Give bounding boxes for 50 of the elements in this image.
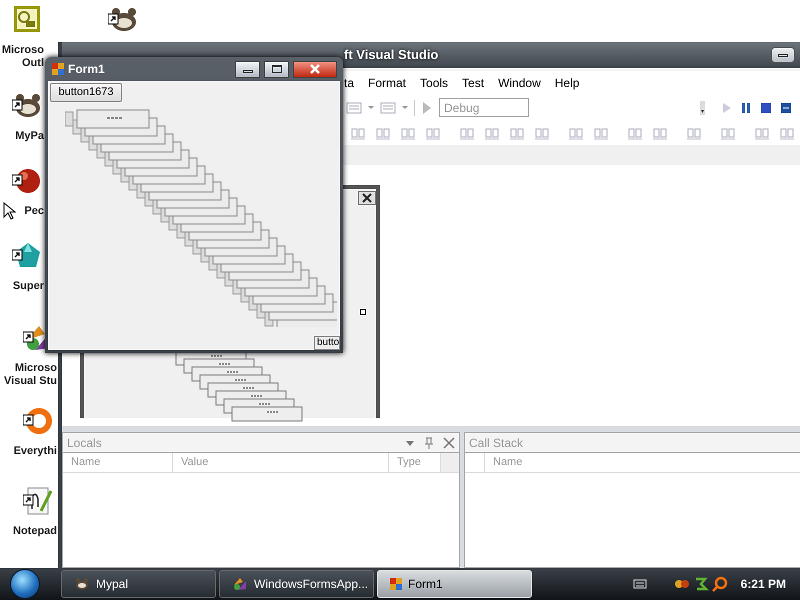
menu-item[interactable]: Tools <box>420 74 448 92</box>
desktop-icon-label[interactable]: Outl <box>22 57 44 70</box>
overflow-icon <box>698 100 707 116</box>
form-button[interactable]: butto <box>314 336 340 350</box>
menu-item[interactable]: ta <box>344 74 354 92</box>
close-button[interactable] <box>358 191 376 205</box>
toolbar-icon <box>346 100 362 116</box>
dropdown-arrow-icon <box>402 106 408 109</box>
toolbar-icon <box>380 100 396 116</box>
menu-item[interactable]: Format <box>368 74 406 92</box>
menu-item[interactable]: Help <box>554 74 580 92</box>
notepad-icon <box>22 485 54 517</box>
desktop-icon-label[interactable]: Microso <box>14 362 57 375</box>
start-button[interactable] <box>10 569 40 599</box>
close-icon <box>309 64 321 74</box>
mouse-pointer-icon <box>3 202 16 220</box>
ring-icon <box>22 405 54 437</box>
taskbar-button[interactable]: WindowsFormsApp... <box>219 570 374 598</box>
search-icon <box>712 576 728 592</box>
desktop-icon-label[interactable]: Super <box>12 280 44 293</box>
desktop-icon-label[interactable]: Notepad <box>13 525 57 538</box>
window-title: Form1 <box>68 61 106 78</box>
shapes-icon <box>232 576 248 592</box>
panel-title: Call Stack <box>469 434 524 452</box>
window-icon <box>52 63 64 75</box>
form-button[interactable]: button1673 <box>50 83 122 102</box>
taskbar-button[interactable]: Mypal <box>61 570 216 598</box>
minimize-button[interactable] <box>771 47 795 63</box>
window-title: ft Visual Studio <box>344 46 438 64</box>
panel-title: Locals <box>67 434 103 452</box>
desktop-icon-label[interactable]: Everythi <box>14 445 57 458</box>
resize-handle[interactable] <box>360 309 366 315</box>
pin-icon <box>423 436 435 448</box>
window-icon <box>390 578 402 590</box>
animal-icon <box>74 576 90 592</box>
desktop-icon-label[interactable]: Microso <box>2 44 44 57</box>
maximize-button[interactable] <box>264 60 289 78</box>
close-icon <box>443 436 455 448</box>
minimize-button[interactable] <box>235 60 260 78</box>
desktop-icon-label[interactable]: Visual Stu <box>4 375 57 388</box>
menu-item[interactable]: Window <box>498 74 541 92</box>
dropdown-arrow-icon <box>368 106 374 109</box>
taskbar-button[interactable]: Form1 <box>377 570 532 598</box>
close-button[interactable] <box>293 60 337 78</box>
clock[interactable]: 6:21 PM <box>740 575 786 593</box>
scrollbar[interactable] <box>441 453 459 472</box>
menu-item[interactable]: Test <box>462 74 484 92</box>
desktop-icon-label[interactable]: Pec <box>24 205 44 218</box>
desktop-icon-label[interactable]: MyPa <box>15 130 44 143</box>
play-icon <box>421 100 433 116</box>
